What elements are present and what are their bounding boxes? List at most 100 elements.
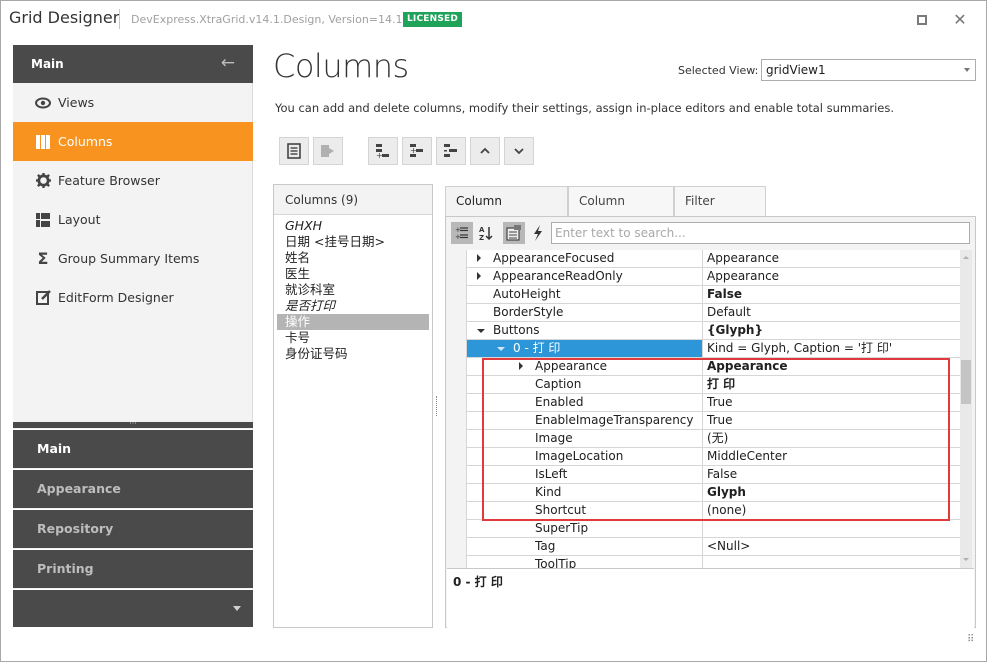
expand-icon[interactable] (477, 254, 481, 262)
nav-group-printing[interactable]: Printing (13, 549, 253, 588)
scroll-down-icon[interactable] (963, 558, 969, 561)
nav-group-repository[interactable]: Repository (13, 509, 253, 548)
property-name[interactable]: ToolTip (467, 556, 703, 568)
arrow-left-icon[interactable]: ← (221, 53, 235, 73)
property-name[interactable]: 0 - 打 印 (467, 340, 703, 357)
property-name[interactable]: EnableImageTransparency (467, 412, 703, 429)
property-row[interactable]: AutoHeight False (467, 286, 960, 304)
column-list-item[interactable]: 身份证号码 (277, 346, 429, 362)
property-name[interactable]: Buttons (467, 322, 703, 339)
property-name[interactable]: AppearanceReadOnly (467, 268, 703, 285)
property-row[interactable]: Appearance Appearance (467, 358, 960, 376)
property-value[interactable]: <Null> (704, 538, 960, 555)
move-down-button[interactable] (504, 137, 534, 165)
property-row[interactable]: Caption 打 印 (467, 376, 960, 394)
remove-column-button[interactable] (313, 137, 343, 165)
property-value[interactable]: Appearance (704, 268, 960, 285)
nav-splitter-handle[interactable]: ··· (13, 420, 253, 428)
property-row[interactable]: Image (无) (467, 430, 960, 448)
nav-item-layout[interactable]: Layout (13, 200, 253, 239)
panel-splitter-handle[interactable] (436, 396, 439, 416)
maximize-button[interactable] (913, 11, 931, 29)
expand-icon[interactable] (519, 362, 523, 370)
column-list-item[interactable]: 就诊科室 (277, 282, 429, 298)
scroll-up-icon[interactable] (963, 256, 969, 259)
property-value[interactable] (704, 556, 960, 568)
property-grid-scrollbar[interactable] (960, 250, 972, 568)
delete-column-button[interactable] (436, 137, 466, 165)
property-row[interactable]: ToolTip (467, 556, 960, 568)
property-name[interactable]: Enabled (467, 394, 703, 411)
property-value[interactable]: False (704, 286, 960, 303)
nav-item-columns[interactable]: Columns (13, 122, 253, 161)
property-row[interactable]: Kind Glyph (467, 484, 960, 502)
column-editor-button[interactable] (279, 137, 309, 165)
property-name[interactable]: AppearanceFocused (467, 250, 703, 267)
properties-button[interactable] (503, 222, 525, 244)
property-row[interactable]: ImageLocation MiddleCenter (467, 448, 960, 466)
property-name[interactable]: Appearance (467, 358, 703, 375)
property-row[interactable]: BorderStyle Default (467, 304, 960, 322)
property-name[interactable]: Caption (467, 376, 703, 393)
property-name[interactable]: AutoHeight (467, 286, 703, 303)
property-row[interactable]: Shortcut (none) (467, 502, 960, 520)
events-button[interactable] (527, 222, 549, 244)
column-list-item[interactable]: 卡号 (277, 330, 429, 346)
property-name[interactable]: ImageLocation (467, 448, 703, 465)
column-list-item[interactable]: 是否打印 (277, 298, 429, 314)
nav-item-editform-designer[interactable]: EditForm Designer (13, 278, 253, 317)
property-value[interactable]: MiddleCenter (704, 448, 960, 465)
column-list-item[interactable]: 医生 (277, 266, 429, 282)
property-name[interactable]: Kind (467, 484, 703, 501)
close-button[interactable]: ✕ (951, 11, 969, 29)
tab-filter-options[interactable]: Filter options (674, 186, 766, 237)
property-search-input[interactable]: Enter text to search... (551, 222, 970, 244)
tab-column-options[interactable]: Column options (568, 186, 674, 237)
column-list-item[interactable]: 姓名 (277, 250, 429, 266)
property-value[interactable]: False (704, 466, 960, 483)
column-list-item[interactable]: GHXH (277, 218, 429, 234)
add-column-button[interactable]: + (368, 137, 398, 165)
property-value[interactable]: (none) (704, 502, 960, 519)
property-value[interactable]: True (704, 412, 960, 429)
property-row[interactable]: AppearanceReadOnly Appearance (467, 268, 960, 286)
property-row[interactable]: Tag <Null> (467, 538, 960, 556)
selected-view-dropdown[interactable]: gridView1 (761, 59, 976, 81)
nav-item-feature-browser[interactable]: Feature Browser (13, 161, 253, 200)
column-list-item-selected[interactable]: 操作 (277, 314, 429, 330)
nav-item-views[interactable]: Views (13, 83, 253, 122)
nav-group-appearance[interactable]: Appearance (13, 469, 253, 508)
property-row[interactable]: AppearanceFocused Appearance (467, 250, 960, 268)
property-value[interactable]: Appearance (704, 250, 960, 267)
move-up-button[interactable] (470, 137, 500, 165)
collapse-icon[interactable] (497, 347, 505, 351)
insert-column-button[interactable]: + (402, 137, 432, 165)
resize-grip-icon[interactable]: ⠿ (967, 634, 979, 646)
property-name[interactable]: BorderStyle (467, 304, 703, 321)
property-name[interactable]: SuperTip (467, 520, 703, 537)
property-name[interactable]: Tag (467, 538, 703, 555)
categorized-button[interactable]: + + (451, 222, 473, 244)
property-name[interactable]: IsLeft (467, 466, 703, 483)
tab-column-properties[interactable]: Column properties (445, 186, 568, 237)
property-name[interactable]: Shortcut (467, 502, 703, 519)
property-value[interactable]: (无) (704, 430, 960, 447)
property-row[interactable]: SuperTip (467, 520, 960, 538)
property-value[interactable]: Glyph (704, 484, 960, 501)
nav-item-group-summary-items[interactable]: Σ Group Summary Items (13, 239, 253, 278)
property-row[interactable]: EnableImageTransparency True (467, 412, 960, 430)
property-row[interactable]: IsLeft False (467, 466, 960, 484)
nav-overflow-button[interactable] (13, 589, 253, 627)
scrollbar-thumb[interactable] (961, 360, 971, 404)
property-value[interactable]: Appearance (704, 358, 960, 375)
property-value[interactable] (704, 520, 960, 537)
collapse-icon[interactable] (477, 329, 485, 333)
nav-group-main[interactable]: Main (13, 429, 253, 468)
property-value[interactable]: Default (704, 304, 960, 321)
sort-alphabetical-button[interactable]: AZ (475, 222, 497, 244)
property-row[interactable]: Enabled True (467, 394, 960, 412)
expand-icon[interactable] (477, 272, 481, 280)
property-value[interactable]: True (704, 394, 960, 411)
property-value[interactable]: Kind = Glyph, Caption = '打 印' (704, 340, 960, 357)
property-name[interactable]: Image (467, 430, 703, 447)
